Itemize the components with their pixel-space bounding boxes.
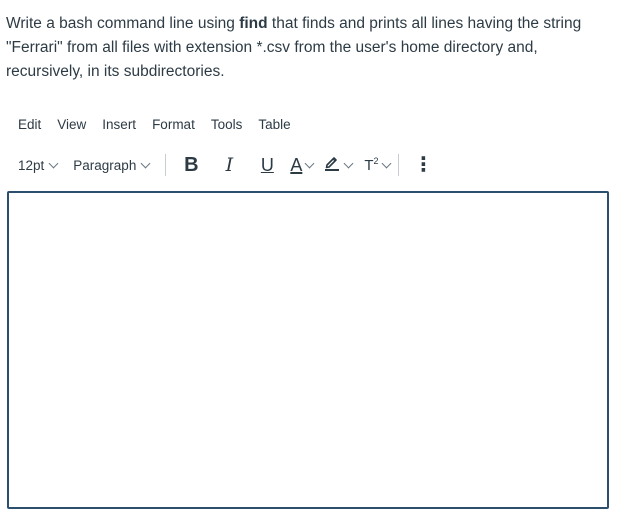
block-format-select[interactable]: Paragraph [73,158,153,173]
menu-tools[interactable]: Tools [211,117,243,137]
question-keyword-find: find [239,15,268,32]
highlighter-icon [323,153,341,177]
question-text-part1: Write a bash command line using [6,15,240,32]
more-vertical-icon: ⋮ [413,154,434,176]
bold-icon: B [184,153,199,176]
bold-button[interactable]: B [180,153,202,177]
question-text: Write a bash command line using find tha… [6,12,612,84]
superscript-icon: T2 [364,156,379,174]
chevron-down-icon [381,158,391,168]
menu-view[interactable]: View [57,117,86,137]
block-format-value: Paragraph [73,157,137,173]
editor-toolbar: 12pt Paragraph B I U A T2 ⋮ [18,151,612,179]
underline-button[interactable]: U [256,153,278,177]
font-color-button[interactable]: A [290,153,315,177]
answer-editor[interactable] [7,191,609,509]
chevron-down-icon [304,158,315,168]
menu-edit[interactable]: Edit [18,117,41,137]
superscript-button[interactable]: T2 [364,153,391,177]
highlight-color-button[interactable] [323,153,354,177]
editor-menubar: Edit View Insert Format Tools Table [18,117,291,137]
underline-icon: U [260,154,274,175]
italic-icon: I [225,154,234,176]
more-options-button[interactable]: ⋮ [413,153,435,177]
chevron-down-icon [48,158,59,168]
menu-insert[interactable]: Insert [102,117,136,137]
toolbar-separator [397,154,399,176]
chevron-down-icon [140,158,151,168]
font-size-value: 12pt [18,157,45,173]
font-color-icon: A [290,154,303,175]
italic-button[interactable]: I [218,153,240,177]
font-size-select[interactable]: 12pt [18,158,61,173]
chevron-down-icon [343,158,354,168]
menu-table[interactable]: Table [258,117,290,137]
toolbar-separator [165,154,167,176]
menu-format[interactable]: Format [152,117,195,137]
